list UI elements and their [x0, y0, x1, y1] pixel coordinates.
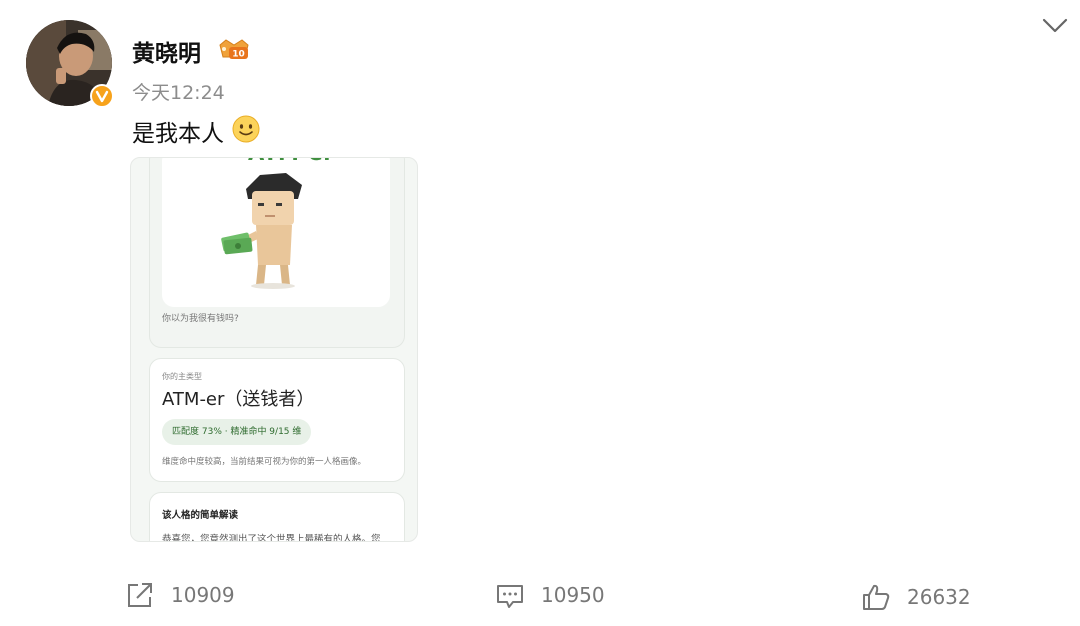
interpretation-title: 该人格的简单解读 — [162, 510, 239, 521]
main-type-panel: 你的主类型 ATM-er（送钱者） 匹配度 73% · 精准命中 9/15 维 … — [149, 358, 405, 482]
thumbs-up-icon — [863, 584, 890, 610]
result-title: ATM-er — [248, 158, 334, 165]
chevron-down-icon[interactable] — [1040, 14, 1070, 42]
result-illustration-frame: ATM-er — [162, 158, 390, 307]
avatar[interactable] — [26, 20, 114, 108]
like-count: 26632 — [907, 585, 971, 609]
interpretation-text: 恭喜您，您竟然测出了这个世界上最稀有的人格。您 — [162, 534, 381, 542]
post-text: 是我本人 — [132, 121, 224, 147]
match-score-pill: 匹配度 73% · 精准命中 9/15 维 — [162, 419, 312, 445]
level-badge-icon[interactable]: 10 — [216, 36, 252, 66]
comment-count: 10950 — [541, 583, 605, 607]
post-image[interactable]: ATM-er 你以为我很有钱吗? — [130, 157, 418, 542]
post-timestamp: 今天12:24 — [132, 82, 225, 104]
main-type-name: ATM-er（送钱者） — [162, 389, 315, 410]
result-caption: 你以为我很有钱吗? — [162, 314, 239, 324]
share-icon — [128, 583, 152, 607]
share-button[interactable]: 10909 — [125, 580, 235, 610]
main-type-label: 你的主类型 — [162, 372, 202, 381]
share-count: 10909 — [171, 583, 235, 607]
like-button[interactable]: 26632 — [861, 582, 971, 612]
smile-emoji-icon — [231, 114, 261, 148]
result-hero-panel: ATM-er 你以为我很有钱吗? — [149, 158, 405, 348]
comment-icon — [497, 585, 523, 608]
verified-v-icon — [90, 84, 114, 108]
atm-character-illustration — [221, 173, 302, 289]
comment-button[interactable]: 10950 — [495, 580, 605, 610]
match-description: 维度命中度较高，当前结果可视为你的第一人格画像。 — [162, 457, 367, 467]
svg-text:10: 10 — [232, 50, 245, 60]
interpretation-panel: 该人格的简单解读 恭喜您，您竟然测出了这个世界上最稀有的人格。您 — [149, 492, 405, 542]
username[interactable]: 黄晓明 — [132, 34, 201, 68]
